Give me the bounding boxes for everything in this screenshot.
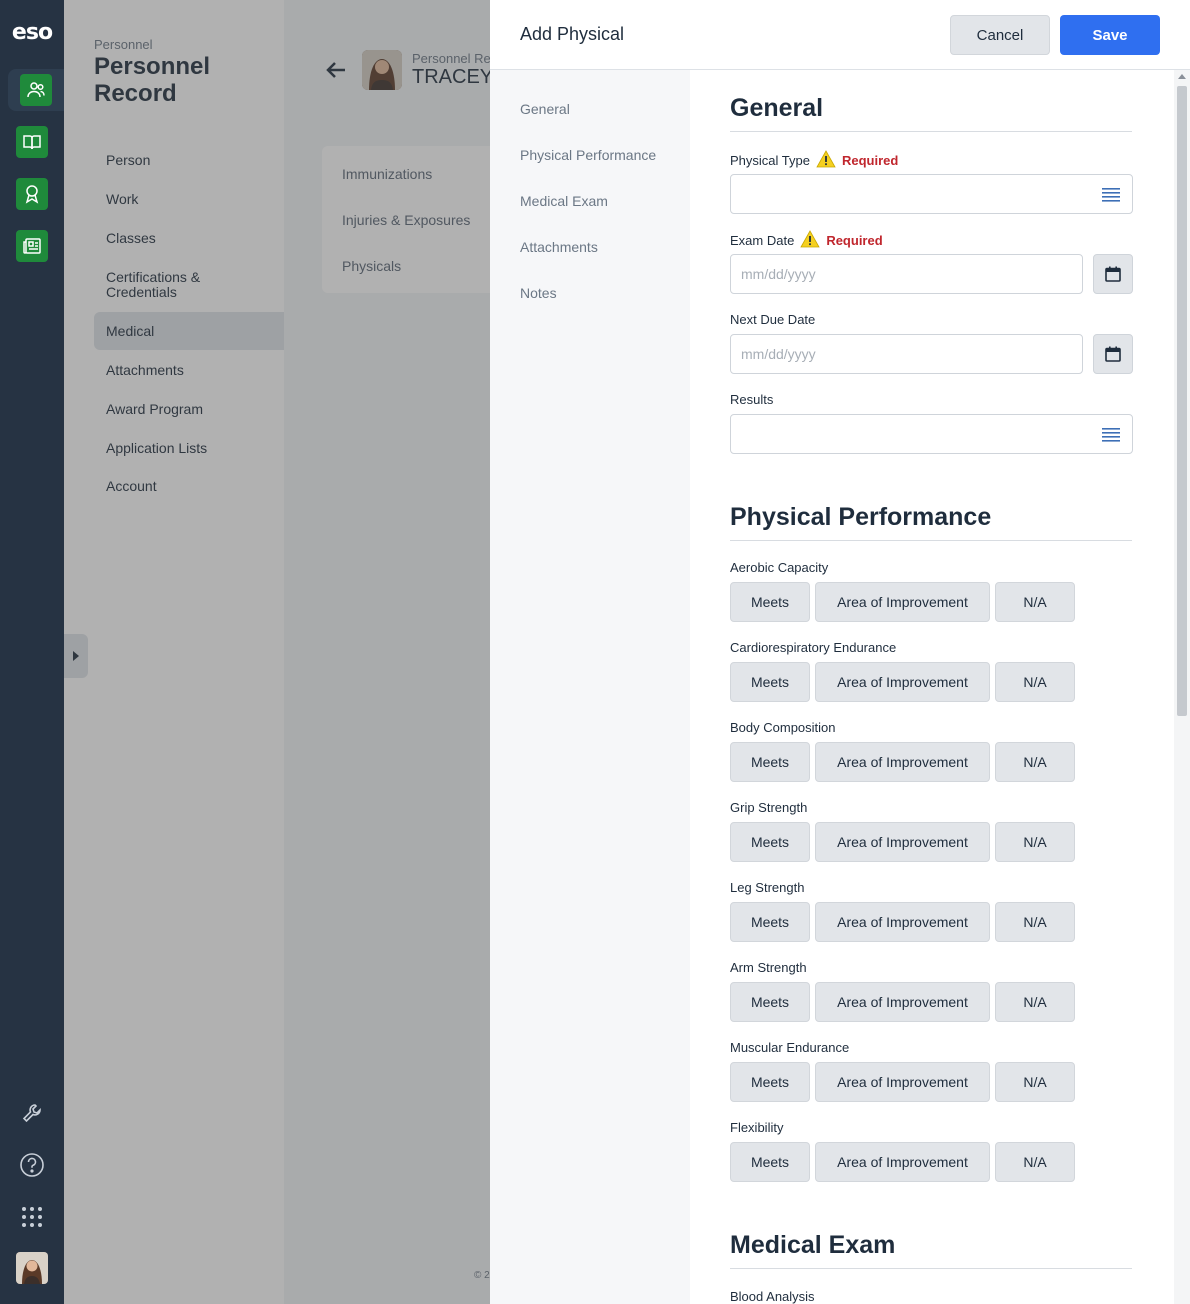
drawer-section-nav: General Physical Performance Medical Exa…: [490, 70, 690, 1304]
next-due-date-calendar-button[interactable]: [1093, 334, 1133, 374]
calendar-icon: [1105, 266, 1121, 282]
metric-label: Flexibility: [730, 1120, 784, 1135]
nav-physical-performance[interactable]: Physical Performance: [520, 147, 656, 163]
meets-button[interactable]: Meets: [730, 902, 810, 942]
area-of-improvement-button[interactable]: Area of Improvement: [815, 1062, 990, 1102]
nav-attachments[interactable]: Attachments: [520, 239, 598, 255]
results-label: Results: [730, 392, 774, 407]
apps-grid-icon: [22, 1207, 42, 1227]
meets-button[interactable]: Meets: [730, 1142, 810, 1182]
metric-label: Cardiorespiratory Endurance: [730, 640, 897, 655]
cancel-button[interactable]: Cancel: [950, 15, 1050, 55]
area-of-improvement-button[interactable]: Area of Improvement: [815, 902, 990, 942]
personnel-icon: [27, 82, 45, 98]
results-select[interactable]: [730, 414, 1133, 454]
meets-button[interactable]: Meets: [730, 822, 810, 862]
meets-button[interactable]: Meets: [730, 982, 810, 1022]
area-of-improvement-button[interactable]: Area of Improvement: [815, 982, 990, 1022]
list-icon: [1102, 188, 1120, 202]
scroll-up-arrow-icon[interactable]: [1178, 74, 1186, 79]
exam-date-label: Exam Date Required: [730, 230, 883, 251]
app-launcher-button[interactable]: [16, 1201, 48, 1233]
nav-general[interactable]: General: [520, 101, 570, 117]
area-of-improvement-button[interactable]: Area of Improvement: [815, 822, 990, 862]
physical-type-label-text: Physical Type: [730, 153, 810, 168]
exam-date-calendar-button[interactable]: [1093, 254, 1133, 294]
metric-label: Arm Strength: [730, 960, 807, 975]
na-button[interactable]: N/A: [995, 902, 1075, 942]
award-icon: [25, 185, 39, 204]
physical-form: General Physical Type Required Exam Date…: [690, 70, 1174, 1304]
na-button[interactable]: N/A: [995, 822, 1075, 862]
calendar-icon: [1105, 346, 1121, 362]
na-button[interactable]: N/A: [995, 1142, 1075, 1182]
scrollbar-thumb[interactable]: [1177, 86, 1187, 716]
meets-button[interactable]: Meets: [730, 662, 810, 702]
exam-date-label-text: Exam Date: [730, 233, 795, 248]
metric-label: Body Composition: [730, 720, 836, 735]
news-app-button[interactable]: [16, 230, 48, 262]
general-section-title: General: [730, 94, 1132, 132]
required-text: Required: [826, 233, 883, 248]
add-physical-drawer: Add Physical Cancel Save General Physica…: [490, 0, 1190, 1304]
metric-label: Aerobic Capacity: [730, 560, 829, 575]
save-button[interactable]: Save: [1060, 15, 1160, 55]
physical-type-label: Physical Type Required: [730, 150, 898, 171]
wrench-icon: [22, 1104, 41, 1123]
required-text: Required: [841, 153, 899, 168]
metric-label: Muscular Endurance: [730, 1040, 850, 1055]
app-rail: eso: [0, 0, 64, 1304]
physical-performance-section-title: Physical Performance: [730, 503, 1132, 541]
na-button[interactable]: N/A: [995, 742, 1075, 782]
list-icon: [1102, 428, 1120, 442]
metric-label: Leg Strength: [730, 880, 805, 895]
next-due-date-input[interactable]: [730, 334, 1083, 374]
warning-icon: [816, 150, 836, 171]
meets-button[interactable]: Meets: [730, 1062, 810, 1102]
news-icon: [23, 238, 41, 254]
help-icon: [20, 1153, 44, 1177]
medical-exam-section-title: Medical Exam: [730, 1231, 1132, 1269]
warning-icon: [800, 230, 820, 251]
area-of-improvement-button[interactable]: Area of Improvement: [815, 662, 990, 702]
nav-notes[interactable]: Notes: [520, 285, 557, 301]
meets-button[interactable]: Meets: [730, 742, 810, 782]
area-of-improvement-button[interactable]: Area of Improvement: [815, 582, 990, 622]
physical-type-select[interactable]: [730, 174, 1133, 214]
exam-date-input[interactable]: [730, 254, 1083, 294]
settings-button[interactable]: [16, 1097, 48, 1129]
na-button[interactable]: N/A: [995, 582, 1075, 622]
na-button[interactable]: N/A: [995, 662, 1075, 702]
area-of-improvement-button[interactable]: Area of Improvement: [815, 1142, 990, 1182]
training-app-button[interactable]: [16, 126, 48, 158]
help-button[interactable]: [16, 1149, 48, 1181]
book-icon: [23, 135, 41, 150]
awards-app-button[interactable]: [16, 178, 48, 210]
eso-logo: eso: [11, 20, 53, 45]
meets-button[interactable]: Meets: [730, 582, 810, 622]
personnel-app-button[interactable]: [8, 69, 64, 111]
metric-label: Grip Strength: [730, 800, 808, 815]
area-of-improvement-button[interactable]: Area of Improvement: [815, 742, 990, 782]
drawer-title: Add Physical: [520, 24, 625, 44]
blood-analysis-label: Blood Analysis: [730, 1289, 815, 1304]
form-scrollbar[interactable]: [1174, 70, 1190, 1304]
drawer-header: Add Physical Cancel Save: [490, 0, 1190, 70]
next-due-date-label: Next Due Date: [730, 312, 816, 327]
na-button[interactable]: N/A: [995, 1062, 1075, 1102]
na-button[interactable]: N/A: [995, 982, 1075, 1022]
nav-medical-exam[interactable]: Medical Exam: [520, 193, 608, 209]
user-avatar[interactable]: [16, 1252, 48, 1284]
modal-backdrop[interactable]: [64, 0, 490, 1304]
